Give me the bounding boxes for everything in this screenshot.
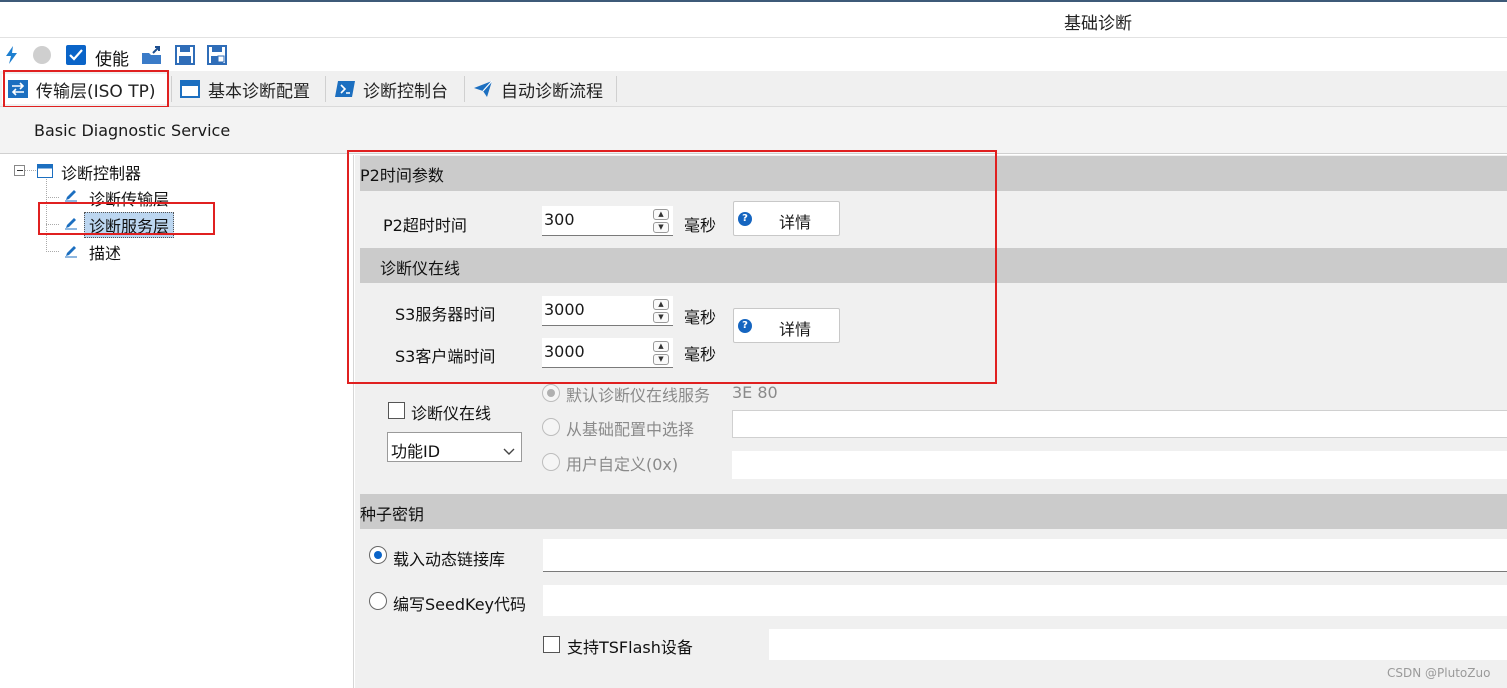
tab-basic-config[interactable]: 基本诊断配置 (174, 74, 324, 104)
tsflash-checkbox[interactable] (543, 636, 560, 653)
controller-node-icon (37, 164, 53, 182)
tab-label: 自动诊断流程 (501, 81, 603, 102)
radio-load-dll[interactable] (369, 546, 387, 564)
tab-divider (464, 76, 465, 102)
tsflash-label: 支持TSFlash设备 (567, 638, 693, 657)
basic-config-label: 从基础配置中选择 (566, 420, 695, 439)
window-icon (180, 80, 200, 98)
tab-console[interactable]: 诊断控制台 (329, 74, 463, 104)
record-icon[interactable] (32, 45, 52, 65)
tree-item-description[interactable]: 描述 (89, 240, 121, 264)
service-title: Basic Diagnostic Service (34, 121, 231, 140)
default-service-label: 默认诊断仪在线服务 (566, 386, 711, 404)
tester-online-checkbox[interactable] (388, 402, 405, 419)
tree-root[interactable]: 诊断控制器 (61, 160, 141, 184)
tsflash-field[interactable] (769, 629, 1507, 660)
section-header-seed (360, 494, 1507, 529)
chevron-down-icon (503, 442, 515, 460)
highlight-box (38, 202, 215, 235)
custom-label: 用户自定义(0x) (566, 455, 679, 474)
custom-field[interactable] (732, 451, 1507, 479)
tab-label: 基本诊断配置 (208, 81, 310, 102)
export-icon[interactable] (141, 45, 161, 65)
tab-divider (171, 76, 172, 102)
watermark: CSDN @PlutoZuo (1387, 666, 1491, 680)
console-icon (335, 80, 355, 98)
seedkey-code-label: 编写SeedKey代码 (393, 595, 527, 614)
radio-basic-config[interactable] (542, 418, 560, 436)
default-service-label-clip: 默认诊断仪在线服务 (566, 382, 714, 404)
seedkey-code-field[interactable] (543, 585, 1507, 616)
radio-default-service[interactable] (542, 384, 560, 402)
load-dll-label: 载入动态链接库 (393, 550, 506, 569)
basic-config-field[interactable] (732, 410, 1507, 438)
radio-custom[interactable] (542, 453, 560, 471)
toolbar: 使能 (0, 39, 1507, 71)
tab-auto-flow[interactable]: 自动诊断流程 (467, 74, 615, 104)
tab-divider (616, 76, 617, 102)
tab-divider (325, 76, 326, 102)
highlight-box (347, 150, 997, 384)
radio-seedkey-code[interactable] (369, 592, 387, 610)
default-service-value: 3E 80 (732, 383, 778, 402)
dll-path-field[interactable] (543, 539, 1507, 572)
tab-label: 诊断控制台 (363, 81, 448, 102)
id-type-select[interactable]: 功能ID (387, 432, 522, 462)
tab-bar: 传输层(ISO TP) 基本诊断配置 诊断控制台 自动诊断流程 (0, 71, 1507, 107)
highlight-box (3, 70, 169, 108)
enable-label: 使能 (95, 50, 129, 70)
lightning-icon[interactable] (2, 45, 22, 65)
section-title-seed: 种子密钥 (360, 505, 425, 524)
send-icon (473, 80, 493, 98)
title-bar (0, 0, 1507, 38)
id-type-value: 功能ID (391, 442, 441, 461)
save-icon[interactable] (175, 45, 195, 65)
edit-icon (64, 244, 78, 262)
window-title: 基础诊断 (1064, 14, 1132, 34)
save-as-icon[interactable] (207, 45, 227, 65)
tester-online-label: 诊断仪在线 (411, 404, 492, 423)
enable-checkbox[interactable] (66, 45, 86, 65)
